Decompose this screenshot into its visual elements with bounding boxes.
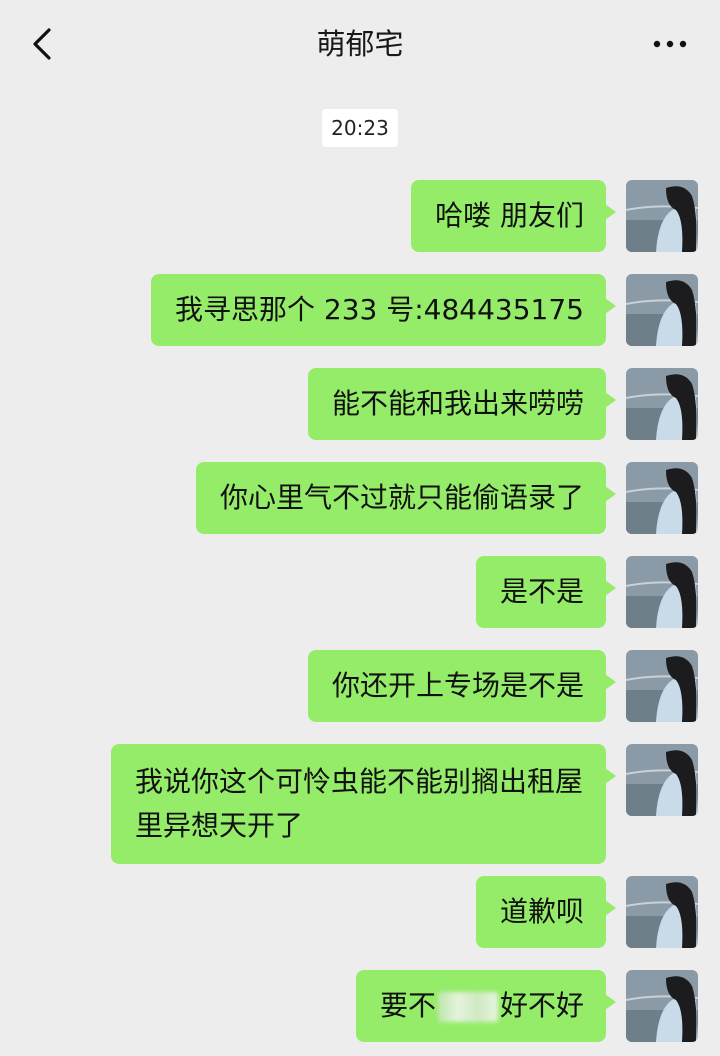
redacted-blur — [437, 992, 498, 1022]
avatar-image — [626, 650, 698, 722]
message-bubble[interactable]: 是不是 — [475, 556, 617, 628]
avatar-image — [626, 462, 698, 534]
avatar-image — [626, 274, 698, 346]
avatar-image — [626, 970, 698, 1042]
message-bubble[interactable]: 要不 好不好 — [355, 970, 617, 1042]
avatar-image — [626, 368, 698, 440]
avatar[interactable] — [626, 744, 698, 816]
avatar[interactable] — [626, 274, 698, 346]
avatar-image — [626, 876, 698, 948]
message-timestamp: 20:23 — [322, 109, 398, 147]
message-bubble[interactable]: 你还开上专场是不是 — [307, 650, 617, 722]
chat-header: 萌郁宅 — [0, 0, 720, 88]
avatar[interactable] — [626, 970, 698, 1042]
message-text-before: 要不 — [379, 989, 436, 1022]
avatar[interactable] — [626, 876, 698, 948]
avatar[interactable] — [626, 368, 698, 440]
avatar[interactable] — [626, 462, 698, 534]
ellipsis-icon — [653, 40, 687, 48]
message-bubble[interactable]: 我说你这个可怜虫能不能别搁出租屋里异想天开了 — [111, 744, 616, 864]
message-text-after: 好不好 — [499, 989, 584, 1022]
chat-title: 萌郁宅 — [316, 27, 404, 61]
chevron-left-icon — [33, 28, 51, 60]
message-bubble[interactable]: 哈喽 朋友们 — [411, 180, 616, 252]
avatar-image — [626, 180, 698, 252]
avatar[interactable] — [626, 556, 698, 628]
back-button[interactable] — [22, 20, 62, 68]
message-bubble[interactable]: 能不能和我出来唠唠 — [307, 368, 617, 440]
message-bubble[interactable]: 我寻思那个 233 号:484435175 — [150, 274, 617, 346]
avatar[interactable] — [626, 650, 698, 722]
avatar-image — [626, 744, 698, 816]
more-options-button[interactable] — [648, 24, 692, 64]
message-bubble[interactable]: 你心里气不过就只能偷语录了 — [195, 462, 617, 534]
message-bubble[interactable]: 道歉呗 — [475, 876, 617, 948]
avatar-image — [626, 556, 698, 628]
avatar[interactable] — [626, 180, 698, 252]
